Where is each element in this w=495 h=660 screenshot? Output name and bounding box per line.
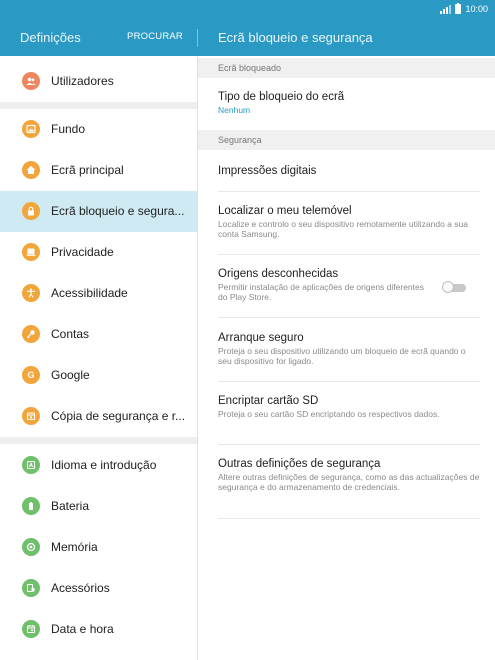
- status-time: 10:00: [465, 4, 488, 14]
- sidebar-item-label: Ecrã principal: [51, 163, 124, 177]
- sidebar-item-accessibility[interactable]: Acessibilidade: [0, 273, 197, 314]
- section-header-lock-screen: Ecrã bloqueado: [198, 58, 495, 78]
- status-icons: 10:00: [440, 2, 488, 16]
- sidebar-item-language[interactable]: Idioma e introdução: [0, 445, 197, 486]
- toggle-thumb: [442, 281, 454, 293]
- setting-title: Localizar o meu telemóvel: [218, 205, 352, 217]
- privacy-icon: [22, 243, 40, 261]
- app-title: Definições: [20, 30, 81, 45]
- sidebar-item-label: Utilizadores: [51, 74, 114, 88]
- detail-pane: Ecrã bloqueado Tipo de bloqueio do ecrã …: [198, 56, 495, 660]
- sidebar-item-lock-screen[interactable]: Ecrã bloqueio e segura...: [0, 191, 197, 232]
- signal-icon: [440, 4, 452, 14]
- setting-description: Permitir instalação de aplicações de ori…: [218, 282, 425, 302]
- app-bar: Definições PROCURAR Ecrã bloqueio e segu…: [0, 18, 495, 56]
- row-divider: [218, 444, 480, 445]
- accessories-icon: [22, 579, 40, 597]
- setting-title: Encriptar cartão SD: [218, 395, 319, 407]
- group-separator: [0, 102, 197, 109]
- sidebar-item-label: Privacidade: [51, 245, 114, 259]
- sidebar-item-google[interactable]: G Google: [0, 355, 197, 396]
- battery-icon: [22, 497, 40, 515]
- setting-fingerprints[interactable]: Impressões digitais: [218, 165, 480, 177]
- sidebar-item-label: Bateria: [51, 499, 90, 513]
- row-divider: [218, 381, 480, 382]
- sidebar-item-storage[interactable]: Memória: [0, 527, 197, 568]
- calendar-icon: [22, 620, 40, 638]
- backup-icon: [22, 407, 40, 425]
- setting-value: Nenhum: [218, 105, 251, 115]
- key-icon: [22, 325, 40, 343]
- setting-unknown-sources[interactable]: Origens desconhecidas Permitir instalaçã…: [218, 268, 433, 302]
- sidebar-item-wallpaper[interactable]: Fundo: [0, 109, 197, 150]
- sidebar-item-label: Ecrã bloqueio e segura...: [51, 204, 185, 218]
- sidebar-item-label: Contas: [51, 327, 90, 341]
- language-icon: [22, 456, 40, 474]
- google-icon: G: [22, 366, 40, 384]
- section-header-label: Ecrã bloqueado: [218, 63, 282, 73]
- setting-title: Origens desconhecidas: [218, 268, 339, 280]
- storage-icon: [22, 538, 40, 556]
- setting-title: Arranque seguro: [218, 332, 304, 344]
- row-divider: [218, 191, 480, 192]
- row-divider: [218, 317, 480, 318]
- sidebar-item-backup[interactable]: Cópia de segurança e r...: [0, 396, 197, 437]
- sidebar-item-label: Data e hora: [51, 622, 114, 636]
- sidebar-item-battery[interactable]: Bateria: [0, 486, 197, 527]
- home-icon: [22, 161, 40, 179]
- setting-other-security[interactable]: Outras definições de segurança Altere ou…: [218, 458, 480, 492]
- sidebar-item-home-screen[interactable]: Ecrã principal: [0, 150, 197, 191]
- row-divider: [218, 518, 480, 519]
- battery-status-icon: [455, 3, 462, 14]
- sidebar-item-label: Fundo: [51, 122, 86, 136]
- sidebar-item-accessories[interactable]: Acessórios: [0, 568, 197, 609]
- setting-screen-lock-type[interactable]: Tipo de bloqueio do ecrã Nenhum: [218, 91, 480, 115]
- status-bar: 10:00: [0, 0, 495, 18]
- app-bar-divider: [197, 29, 198, 47]
- wallpaper-icon: [22, 120, 40, 138]
- sidebar-item-label: Idioma e introdução: [51, 458, 157, 472]
- sidebar-item-label: Cópia de segurança e r...: [51, 409, 186, 423]
- accessibility-icon: [22, 284, 40, 302]
- sidebar-item-label: Google: [51, 368, 90, 382]
- sidebar-item-accounts[interactable]: Contas: [0, 314, 197, 355]
- section-header-label: Segurança: [218, 135, 262, 145]
- section-header-security: Segurança: [198, 130, 495, 150]
- sidebar-item-privacy[interactable]: Privacidade: [0, 232, 197, 273]
- sidebar-item-label: Memória: [51, 540, 98, 554]
- settings-list: Utilizadores Fundo Ecrã principal Ecrã b…: [0, 56, 197, 660]
- setting-title: Tipo de bloqueio do ecrã: [218, 91, 345, 103]
- setting-encrypt-sd-card[interactable]: Encriptar cartão SD Proteja o seu cartão…: [218, 395, 480, 419]
- setting-secure-startup[interactable]: Arranque seguro Proteja o seu dispositiv…: [218, 332, 480, 366]
- setting-description: Altere outras definições de segurança, c…: [218, 472, 480, 492]
- setting-title: Impressões digitais: [218, 165, 317, 177]
- users-icon: [22, 72, 40, 90]
- setting-description: Proteja o seu cartão SD encriptando os r…: [218, 409, 440, 419]
- app-bar-left: Definições PROCURAR: [0, 18, 197, 56]
- row-divider: [218, 254, 480, 255]
- group-separator: [0, 437, 197, 444]
- setting-description: Localize e controlo o seu dispositivo re…: [218, 219, 468, 239]
- search-button[interactable]: PROCURAR: [127, 31, 183, 42]
- setting-find-my-mobile[interactable]: Localizar o meu telemóvel Localize e con…: [218, 205, 480, 239]
- setting-title: Outras definições de segurança: [218, 458, 381, 470]
- unknown-sources-toggle[interactable]: [442, 281, 468, 293]
- sidebar-item-date-time[interactable]: Data e hora: [0, 609, 197, 650]
- setting-description: Proteja o seu dispositivo utilizando um …: [218, 346, 466, 366]
- detail-title: Ecrã bloqueio e segurança: [218, 30, 373, 45]
- lock-icon: [22, 202, 40, 220]
- sidebar-item-users[interactable]: Utilizadores: [0, 61, 197, 102]
- sidebar-item-label: Acessórios: [51, 581, 110, 595]
- sidebar-item-label: Acessibilidade: [51, 286, 128, 300]
